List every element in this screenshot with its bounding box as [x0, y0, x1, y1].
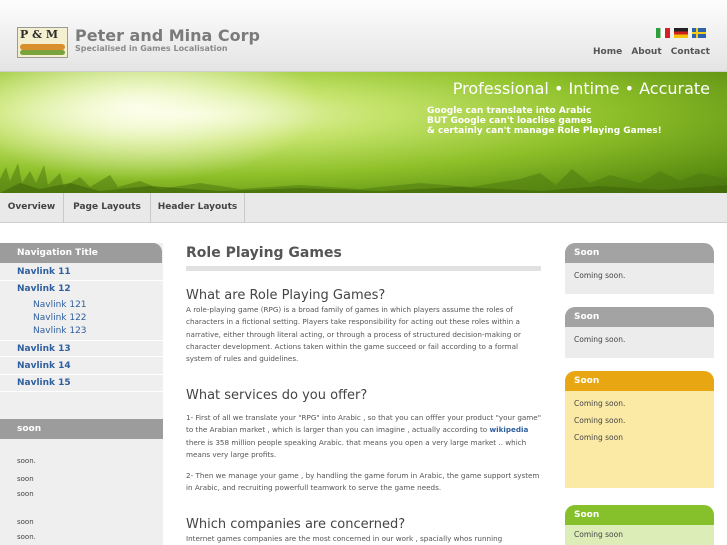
soon-item: soon.: [17, 533, 36, 541]
soon-item: soon: [17, 475, 34, 483]
title-divider: [186, 266, 541, 271]
right-box-item: Coming soon.: [574, 399, 626, 408]
wikipedia-link[interactable]: wikipedia: [490, 425, 529, 434]
right-box-title: Soon: [565, 505, 714, 525]
logo-text: P & M: [20, 28, 59, 41]
right-box-soon-4: Soon Coming soon: [565, 505, 714, 545]
hero-banner: Professional • Intime • Accurate Google …: [0, 72, 727, 193]
language-flags: [652, 28, 706, 47]
main-content: Role Playing Games What are Role Playing…: [186, 243, 542, 545]
soon-item: soon.: [17, 457, 36, 465]
section-heading: What services do you offer?: [186, 388, 368, 403]
sidebar-item-navlink-123[interactable]: Navlink 123: [0, 325, 163, 338]
right-box-body: Coming soon: [565, 525, 714, 545]
home-link[interactable]: Home: [593, 47, 622, 57]
flag-sweden-icon[interactable]: [692, 28, 706, 38]
sidebar-item-navlink-12[interactable]: Navlink 12: [0, 281, 163, 298]
sidebar-item-navlink-14[interactable]: Navlink 14: [0, 358, 163, 375]
promo-line: BUT Google can't loaclise games: [427, 116, 592, 126]
right-box-item: Coming soon.: [574, 271, 626, 280]
promo-line: & certainly can't manage Role Playing Ga…: [427, 126, 662, 136]
right-box-body: Coming soon. Coming soon. Coming soon: [565, 391, 714, 488]
right-box-title: Soon: [565, 243, 714, 263]
logo-wave-green: [20, 50, 65, 55]
right-box-body: Coming soon.: [565, 263, 714, 294]
site-header: P & M Peter and Mina Corp Specialised in…: [0, 0, 727, 72]
promo-text: Google can translate into Arabic BUT Goo…: [427, 106, 662, 136]
soon-item: soon: [17, 518, 34, 526]
right-box-soon-2: Soon Coming soon.: [565, 307, 714, 358]
contact-link[interactable]: Contact: [671, 47, 710, 57]
section-paragraph: A role-playing game (RPG) is a broad fam…: [186, 305, 521, 364]
soon-title: soon: [0, 419, 163, 439]
tab-overview[interactable]: Overview: [0, 193, 64, 223]
company-name: Peter and Mina Corp: [75, 26, 260, 45]
sidebar-item-navlink-121[interactable]: Navlink 121: [0, 299, 163, 312]
right-box-soon-3: Soon Coming soon. Coming soon. Coming so…: [565, 371, 714, 488]
about-link[interactable]: About: [631, 47, 661, 57]
sidebar-item-navlink-15[interactable]: Navlink 15: [0, 375, 163, 392]
main-nav: Overview Page Layouts Header Layouts: [0, 193, 727, 223]
sidebar-item-navlink-122[interactable]: Navlink 122: [0, 312, 163, 325]
flag-italy-icon[interactable]: [656, 28, 670, 38]
sidebar-item-navlink-13[interactable]: Navlink 13: [0, 340, 163, 357]
right-box-body: Coming soon.: [565, 327, 714, 358]
flag-germany-icon[interactable]: [674, 28, 688, 38]
right-box-title: Soon: [565, 307, 714, 327]
right-box-title: Soon: [565, 371, 714, 391]
top-links: Home About Contact: [587, 47, 710, 57]
right-box-item: Coming soon: [574, 530, 623, 539]
right-box-item: Coming soon.: [574, 335, 626, 344]
tab-header-layouts[interactable]: Header Layouts: [151, 193, 245, 223]
section-heading: Which companies are concerned?: [186, 517, 406, 532]
left-sidebar: Navigation Title Navlink 11 Navlink 12 N…: [0, 243, 163, 545]
page-title: Role Playing Games: [186, 245, 342, 261]
promo-line: Google can translate into Arabic: [427, 106, 592, 116]
tagline: Specialised in Games Localisation: [75, 44, 228, 53]
section-paragraph: 1- First of all we translate your "RPG" …: [186, 412, 542, 461]
paragraph-text: 1- First of all we translate your "RPG" …: [186, 413, 542, 435]
right-box-item: Coming soon: [574, 433, 623, 442]
logo[interactable]: P & M: [17, 27, 68, 58]
sidebar-title: Navigation Title: [0, 243, 162, 263]
slogan: Professional • Intime • Accurate: [452, 79, 710, 98]
section-paragraph: 2- Then we manage your game , by handlin…: [186, 471, 540, 493]
soon-item: soon: [17, 490, 34, 498]
grass-silhouette: [0, 163, 727, 193]
tab-page-layouts[interactable]: Page Layouts: [64, 193, 151, 223]
paragraph-text: there is 358 million people speaking Ara…: [186, 437, 527, 459]
section-heading: What are Role Playing Games?: [186, 288, 386, 303]
sidebar-item-navlink-11[interactable]: Navlink 11: [0, 264, 163, 281]
right-box-item: Coming soon.: [574, 416, 626, 425]
section-paragraph: Internet games companies are the most co…: [186, 534, 503, 543]
right-box-soon-1: Soon Coming soon.: [565, 243, 714, 294]
